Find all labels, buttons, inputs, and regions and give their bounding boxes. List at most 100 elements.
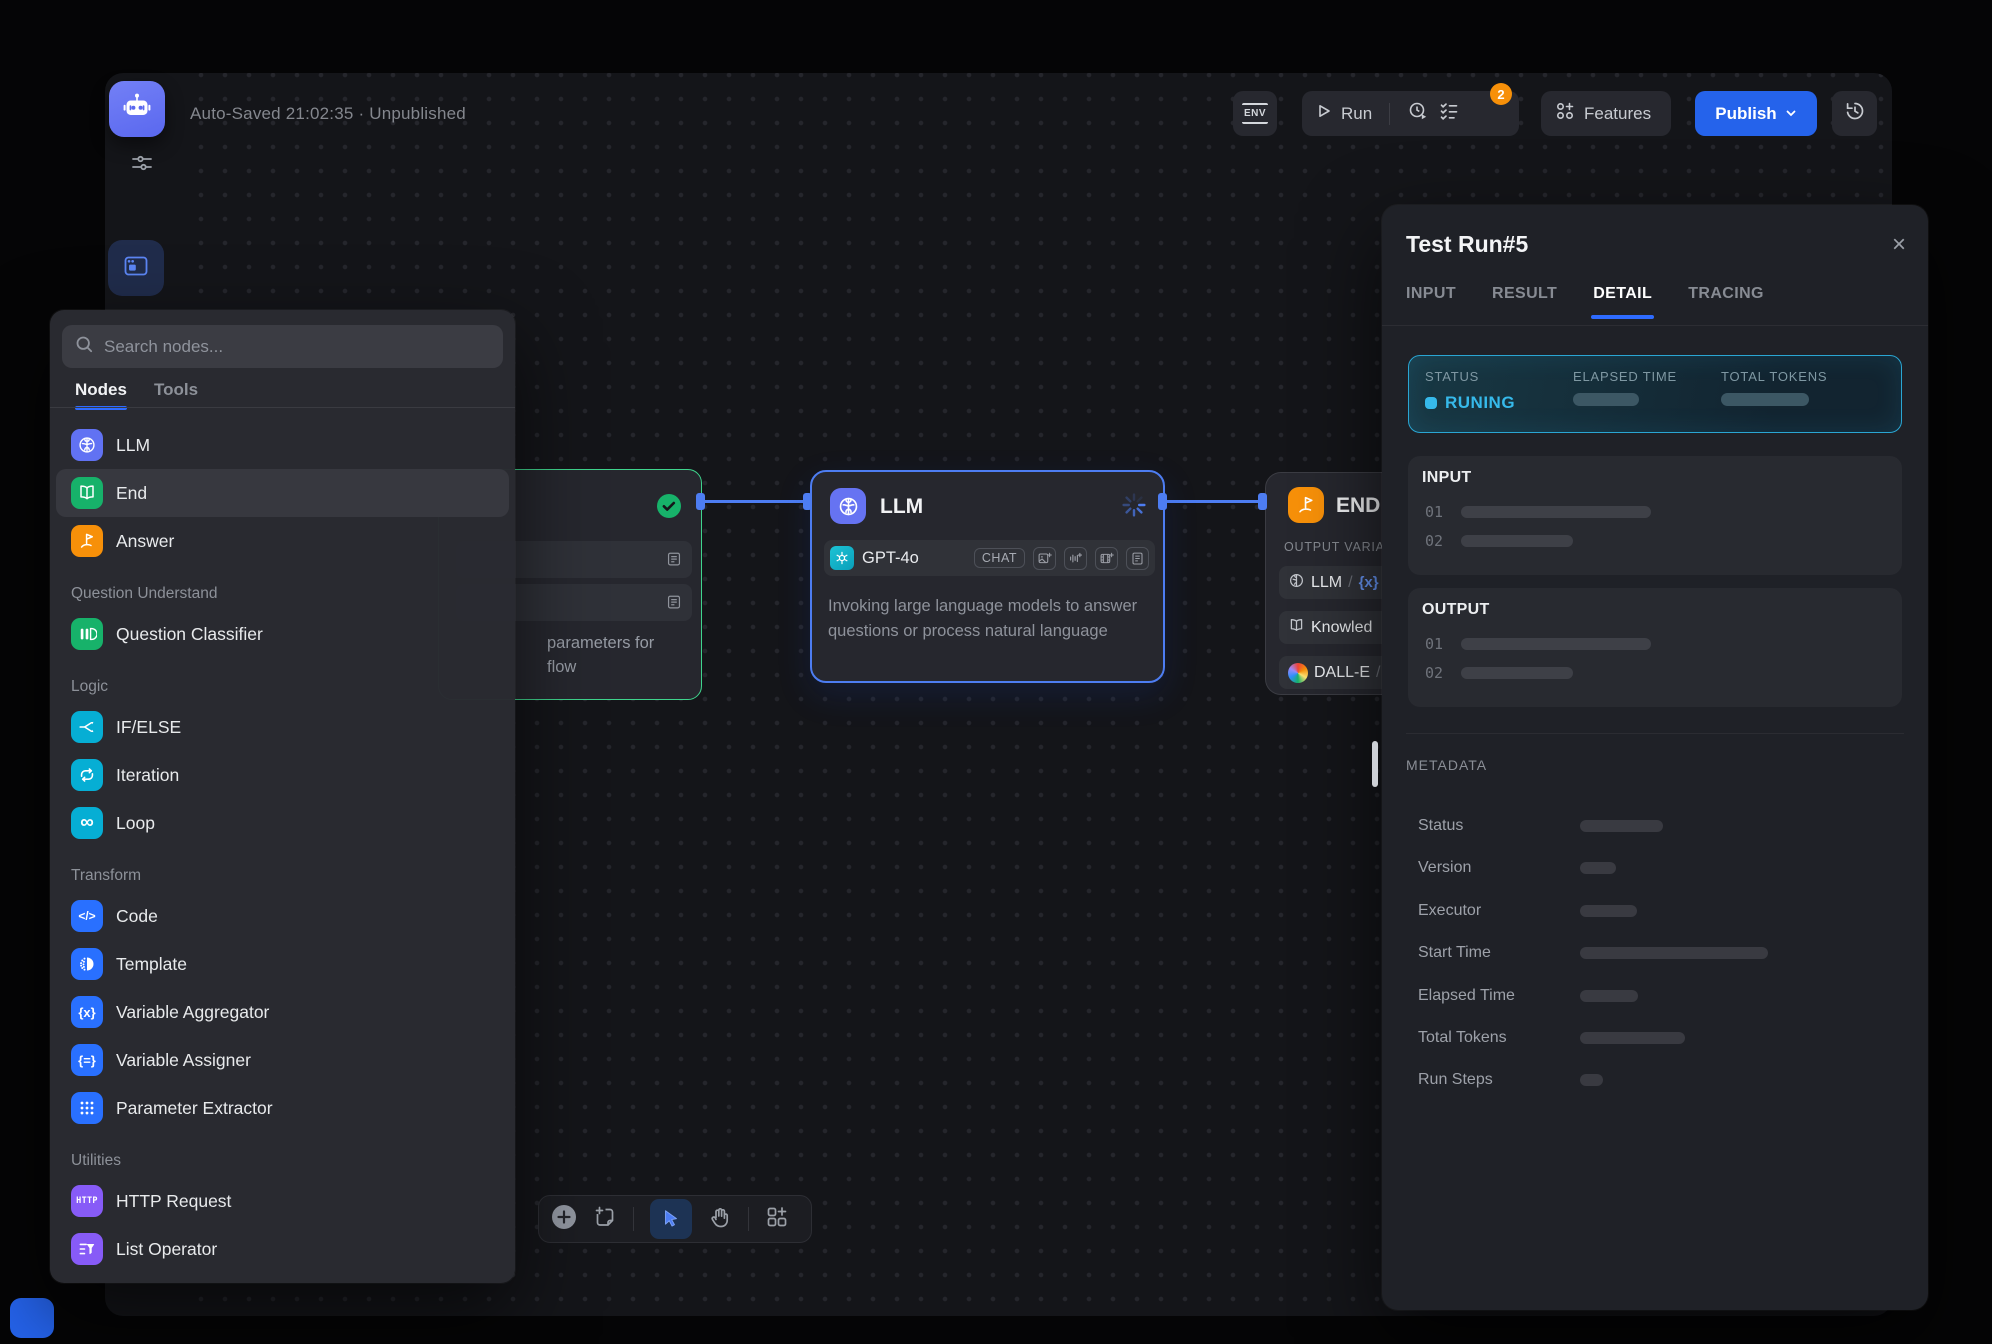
running-dot: [1425, 397, 1437, 409]
play-icon: [1316, 103, 1332, 124]
app-logo[interactable]: [109, 81, 165, 137]
skeleton-bar: [1580, 1074, 1603, 1086]
split-icon: [71, 711, 103, 743]
model-selector[interactable]: GPT-4o CHAT: [824, 540, 1155, 576]
book-icon: [1288, 617, 1305, 639]
node-item-parameter-extractor[interactable]: Parameter Extractor: [56, 1084, 509, 1132]
node-item-loop[interactable]: ∞Loop: [56, 799, 509, 847]
node-item-variable-assigner[interactable]: {=}Variable Assigner: [56, 1036, 509, 1084]
node-item-llm[interactable]: LLM: [56, 421, 509, 469]
metadata-row: Executor: [1418, 890, 1892, 932]
panel-toggle-button[interactable]: [108, 240, 164, 296]
node-item-label: Question Classifier: [116, 624, 263, 645]
node-item-label: Iteration: [116, 765, 179, 786]
window-icon: [122, 252, 150, 285]
skeleton-bar: [1580, 862, 1616, 874]
clock-play-icon[interactable]: [1407, 100, 1429, 127]
skeleton-bar: [1461, 638, 1651, 650]
metadata-row: Version: [1418, 847, 1892, 889]
filter-icon: [71, 1233, 103, 1265]
total-tokens-label: TOTAL TOKENS: [1721, 369, 1827, 384]
add-note-button[interactable]: [593, 1205, 617, 1234]
status-card: STATUS RUNING ELAPSED TIME TOTAL TOKENS: [1408, 355, 1902, 433]
metadata-row: Start Time: [1418, 932, 1892, 974]
brain-icon: [830, 488, 866, 524]
variable-token: {x}: [1359, 574, 1379, 591]
env-button[interactable]: ENV: [1233, 91, 1277, 136]
divider: [1382, 325, 1928, 326]
status-value: RUNING: [1445, 393, 1515, 413]
flag-icon: [1288, 487, 1324, 523]
close-icon[interactable]: ×: [1892, 231, 1906, 259]
vision-capability-icon: [1033, 547, 1056, 570]
skeleton-bar: [1721, 393, 1809, 406]
features-button[interactable]: Features: [1541, 91, 1671, 136]
separator: /: [1376, 664, 1380, 682]
divider: [1389, 103, 1390, 125]
node-item-http-request[interactable]: HTTPHTTP Request: [56, 1177, 509, 1225]
metadata-row: Status: [1418, 805, 1892, 847]
node-item-if-else[interactable]: IF/ELSE: [56, 703, 509, 751]
skeleton-bar: [1573, 393, 1639, 406]
pointer-tool-button[interactable]: [650, 1199, 692, 1239]
node-item-iteration[interactable]: Iteration: [56, 751, 509, 799]
end-input-handle[interactable]: [1258, 493, 1267, 510]
node-item-end[interactable]: End: [56, 469, 509, 517]
node-list: LLM EndAnswerQuestion Understand Question …: [50, 408, 515, 1279]
autosave-status: Auto-Saved 21:02:35 · Unpublished: [190, 104, 466, 124]
node-item-label: LLM: [116, 435, 150, 456]
run-tab-input[interactable]: INPUT: [1406, 285, 1456, 319]
node-item-question-classifier[interactable]: Question Classifier: [56, 610, 509, 658]
node-item-label: HTTP Request: [116, 1191, 231, 1212]
flag-icon: [71, 525, 103, 557]
node-item-answer[interactable]: Answer: [56, 517, 509, 565]
features-icon: [1555, 101, 1575, 126]
node-item-variable-aggregator[interactable]: {x}Variable Aggregator: [56, 988, 509, 1036]
robot-icon: [120, 90, 154, 129]
publish-button[interactable]: Publish: [1695, 91, 1817, 136]
node-group-header: Question Understand: [50, 565, 515, 610]
run-tab-detail[interactable]: DETAIL: [1593, 285, 1652, 319]
metadata-row: Run Steps: [1418, 1059, 1892, 1101]
panel-resize-handle[interactable]: [1372, 741, 1378, 787]
add-node-button[interactable]: [551, 1204, 577, 1235]
run-tab-tracing[interactable]: TRACING: [1688, 285, 1764, 319]
skeleton-bar: [1580, 1032, 1685, 1044]
book-icon: [71, 477, 103, 509]
node-item-list-operator[interactable]: List Operator: [56, 1225, 509, 1273]
llm-node[interactable]: LLM GPT-4o CHAT Invoking large language …: [810, 470, 1165, 683]
history-button[interactable]: [1832, 91, 1877, 136]
divider: [1406, 733, 1904, 734]
node-item-code[interactable]: </>Code: [56, 892, 509, 940]
hand-tool-button[interactable]: [708, 1205, 732, 1234]
llm-node-description: Invoking large language models to answer…: [828, 594, 1152, 644]
node-group-header: Logic: [50, 658, 515, 703]
metadata-row: Elapsed Time: [1418, 975, 1892, 1017]
bottom-left-button[interactable]: [10, 1298, 54, 1338]
node-item-template[interactable]: Template: [56, 940, 509, 988]
llm-output-handle[interactable]: [1158, 493, 1167, 510]
edge-start-to-llm: [704, 500, 810, 503]
checklist-icon[interactable]: [1438, 100, 1460, 127]
organize-layout-button[interactable]: [765, 1205, 789, 1234]
tab-nodes[interactable]: Nodes: [75, 380, 127, 410]
run-panel-tabs: INPUT RESULT DETAIL TRACING: [1406, 285, 1764, 319]
document-capability-icon: [1126, 547, 1149, 570]
node-item-label: IF/ELSE: [116, 717, 181, 738]
metadata-label: Version: [1418, 859, 1471, 877]
metadata-label: Elapsed Time: [1418, 987, 1515, 1005]
run-button[interactable]: Run: [1341, 104, 1372, 124]
code-icon: </>: [71, 900, 103, 932]
skeleton-row: 01: [1425, 635, 1651, 653]
node-item-label: List Operator: [116, 1239, 217, 1260]
tab-tools[interactable]: Tools: [154, 380, 198, 410]
audio-capability-icon: [1064, 547, 1087, 570]
node-item-label: Loop: [116, 813, 155, 834]
llm-input-handle[interactable]: [803, 493, 812, 510]
search-input[interactable]: [104, 337, 490, 357]
status-label: STATUS: [1425, 369, 1515, 384]
document-icon: [666, 594, 682, 615]
run-tab-result[interactable]: RESULT: [1492, 285, 1557, 319]
preferences-sliders-icon[interactable]: [129, 150, 155, 176]
start-output-handle[interactable]: [696, 493, 705, 510]
